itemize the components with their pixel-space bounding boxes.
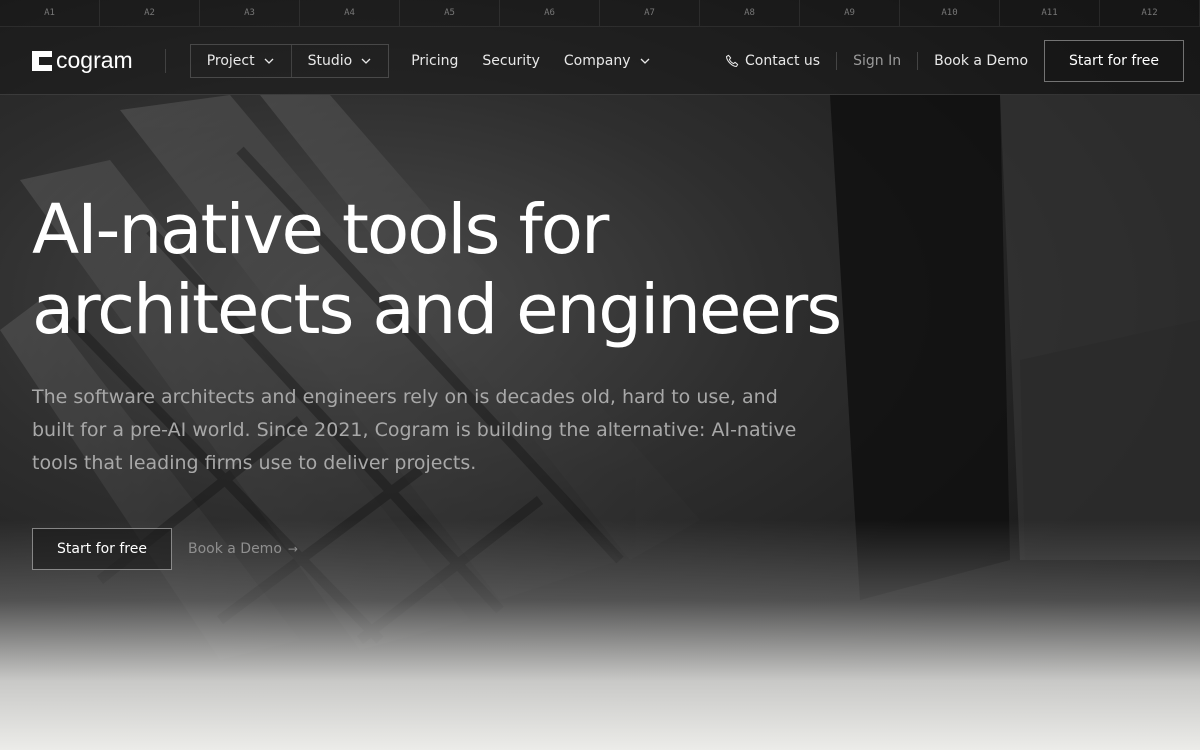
hero-subtitle: The software architects and engineers re… [32, 386, 797, 474]
hero-cta-row: Start for free Book a Demo → [32, 528, 298, 570]
ruler-cell: A4 [300, 0, 400, 26]
ruler-cell: A8 [700, 0, 800, 26]
chevron-down-icon [361, 58, 371, 64]
nav-links: Pricing Security Company [399, 53, 662, 69]
chevron-down-icon [640, 58, 649, 64]
hero-book-demo-label: Book a Demo [187, 541, 282, 557]
ruler-cell: A9 [800, 0, 900, 26]
ruler-cell: A7 [600, 0, 700, 26]
column-ruler: A1 A2 A3 A4 A5 A6 A7 A8 A9 A10 A11 A12 [0, 0, 1200, 27]
nav-menu-studio[interactable]: Studio [290, 44, 389, 77]
book-demo-link[interactable]: Book a Demo [918, 53, 1044, 69]
top-navigation: cogram Project Studio Pricing Security C… [0, 27, 1200, 95]
nav-menu-label: Company [563, 52, 631, 69]
nav-divider [164, 48, 166, 73]
contact-us-label: Contact us [745, 52, 821, 69]
ruler-cell: A2 [100, 0, 200, 26]
product-menu-group: Project Studio [189, 43, 390, 78]
sign-in-link[interactable]: Sign In [837, 53, 917, 69]
nav-link-pricing[interactable]: Pricing [399, 53, 470, 69]
contact-us-link[interactable]: Contact us [725, 53, 836, 69]
start-for-free-button[interactable]: Start for free [1044, 39, 1184, 82]
ruler-cell: A6 [500, 0, 600, 26]
nav-menu-company[interactable]: Company [552, 53, 663, 69]
ruler-cell: A3 [200, 0, 300, 26]
hero-background-image [0, 0, 1200, 750]
ruler-cell: A1 [0, 0, 100, 26]
nav-link-security[interactable]: Security [470, 53, 552, 69]
arrow-right-icon: → [287, 542, 298, 556]
brand-name: cogram [56, 47, 133, 73]
brand-logo[interactable]: cogram [32, 47, 133, 74]
nav-menu-label: Studio [307, 52, 353, 69]
ruler-cell: A11 [1000, 0, 1100, 26]
hero-title-line: AI-native tools for [32, 190, 609, 270]
hero-book-demo-link[interactable]: Book a Demo → [188, 541, 298, 557]
hero-start-for-free-button[interactable]: Start for free [32, 528, 172, 570]
ruler-cell: A10 [900, 0, 1000, 26]
chevron-down-icon [264, 58, 274, 64]
nav-menu-label: Project [206, 52, 255, 69]
hero-title-line: architects and engineers [32, 270, 842, 350]
hero-title: AI-native tools for architects and engin… [32, 190, 932, 350]
phone-icon [725, 54, 739, 67]
ruler-cell: A5 [400, 0, 500, 26]
logo-mark-icon [32, 50, 52, 71]
ruler-cell: A12 [1100, 0, 1200, 26]
nav-menu-project[interactable]: Project [191, 45, 291, 77]
nav-actions: Contact us Sign In Book a Demo Start for… [725, 39, 1184, 82]
